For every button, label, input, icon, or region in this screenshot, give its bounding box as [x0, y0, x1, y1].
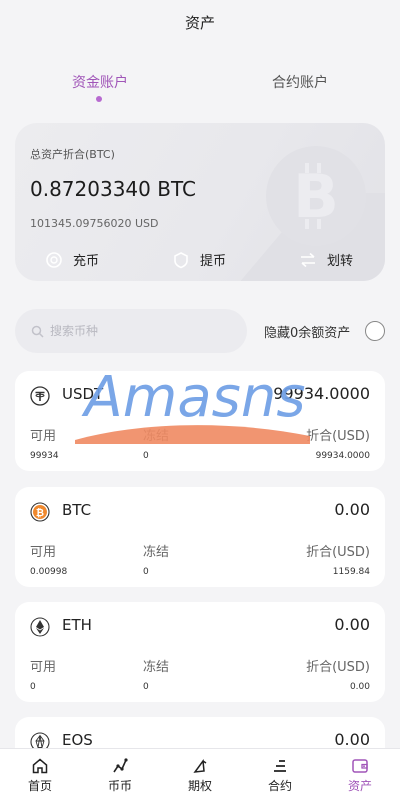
nav-label: 合约 [267, 779, 292, 793]
equiv-value: 1159.84 [332, 567, 370, 577]
spot-icon [113, 758, 128, 773]
asset-card-btc[interactable]: ₿ BTC 0.00 可用 冻结 折合(USD) 0.00998 0 1159.… [15, 487, 385, 587]
svg-text:B: B [293, 162, 339, 232]
page-title: 资产 [184, 13, 215, 32]
transfer-icon [299, 251, 317, 269]
contract-icon [274, 760, 286, 772]
equiv-value: 99934.0000 [315, 451, 370, 461]
asset-summary-card: B 总资产折合(BTC) 0.87203340 BTC 101345.09756… [15, 123, 385, 281]
coin-search-box[interactable] [15, 309, 247, 353]
options-icon [193, 758, 207, 773]
available-label: 可用 [30, 545, 57, 560]
nav-label: 资产 [347, 779, 372, 793]
available-label: 可用 [30, 660, 57, 675]
equiv-label: 折合(USD) [306, 660, 370, 675]
nav-item-spot[interactable]: 币币 [80, 749, 160, 800]
deposit-label: 充币 [73, 254, 100, 269]
coin-name: EOS [62, 731, 93, 749]
transfer-label: 划转 [327, 254, 354, 269]
available-value: 0 [30, 682, 36, 692]
frozen-value: 0 [143, 682, 149, 692]
available-value: 99934 [30, 451, 59, 461]
transfer-button[interactable]: 划转 [299, 250, 353, 269]
active-tab-indicator [96, 96, 102, 102]
deposit-icon [45, 251, 63, 269]
withdraw-icon [172, 251, 190, 269]
total-assets-usd: 101345.09756020 USD [30, 217, 159, 230]
brand-watermark-logo: Amasns [75, 365, 310, 444]
page-header: 资产 [0, 0, 400, 44]
coin-total: 0.00 [334, 500, 370, 519]
nav-item-home[interactable]: 首页 [0, 749, 80, 800]
frozen-label: 冻结 [143, 545, 170, 560]
bitcoin-watermark-icon: B [266, 146, 366, 246]
eth-icon [30, 617, 50, 637]
nav-item-contract[interactable]: 合约 [240, 749, 320, 800]
home-icon [32, 758, 48, 774]
nav-label: 币币 [107, 779, 132, 793]
svg-text:₿: ₿ [36, 507, 44, 519]
tab-funding-account[interactable]: 资金账户 [40, 72, 160, 92]
total-assets-label: 总资产折合(BTC) [30, 148, 115, 161]
total-assets-btc: 0.87203340 BTC [30, 177, 196, 201]
coin-total: 0.00 [334, 730, 370, 749]
withdraw-label: 提币 [200, 254, 227, 269]
nav-item-assets[interactable]: 资产 [320, 749, 400, 800]
asset-card-eth[interactable]: ETH 0.00 可用 冻结 折合(USD) 0 0 0.00 [15, 602, 385, 702]
coin-name: BTC [62, 501, 92, 519]
nav-item-options[interactable]: 期权 [160, 749, 240, 800]
bottom-navigation: 首页 币币 期权 合约 资产 [0, 748, 400, 800]
available-value: 0.00998 [30, 567, 68, 577]
tab-contract-account[interactable]: 合约账户 [240, 72, 360, 92]
btc-icon: ₿ [30, 502, 50, 522]
hide-zero-balance-toggle[interactable] [365, 321, 385, 341]
equiv-label: 折合(USD) [306, 545, 370, 560]
equiv-value: 0.00 [349, 682, 370, 692]
search-input[interactable] [50, 324, 220, 338]
nav-label: 首页 [27, 779, 52, 793]
deposit-button[interactable]: 充币 [45, 250, 99, 269]
hide-zero-balance-label: 隐藏0余额资产 [264, 326, 351, 341]
available-label: 可用 [30, 429, 57, 444]
coin-total: 0.00 [334, 615, 370, 634]
frozen-value: 0 [143, 451, 149, 461]
wallet-icon [352, 759, 368, 773]
search-icon [31, 325, 44, 338]
coin-name: ETH [62, 616, 92, 634]
account-tabs: 资金账户 合约账户 [0, 64, 400, 108]
frozen-value: 0 [143, 567, 149, 577]
nav-label: 期权 [187, 779, 212, 793]
usdt-icon [30, 386, 50, 406]
withdraw-button[interactable]: 提币 [172, 250, 226, 269]
frozen-label: 冻结 [143, 660, 170, 675]
brand-wordmark: Amasns [81, 365, 305, 430]
